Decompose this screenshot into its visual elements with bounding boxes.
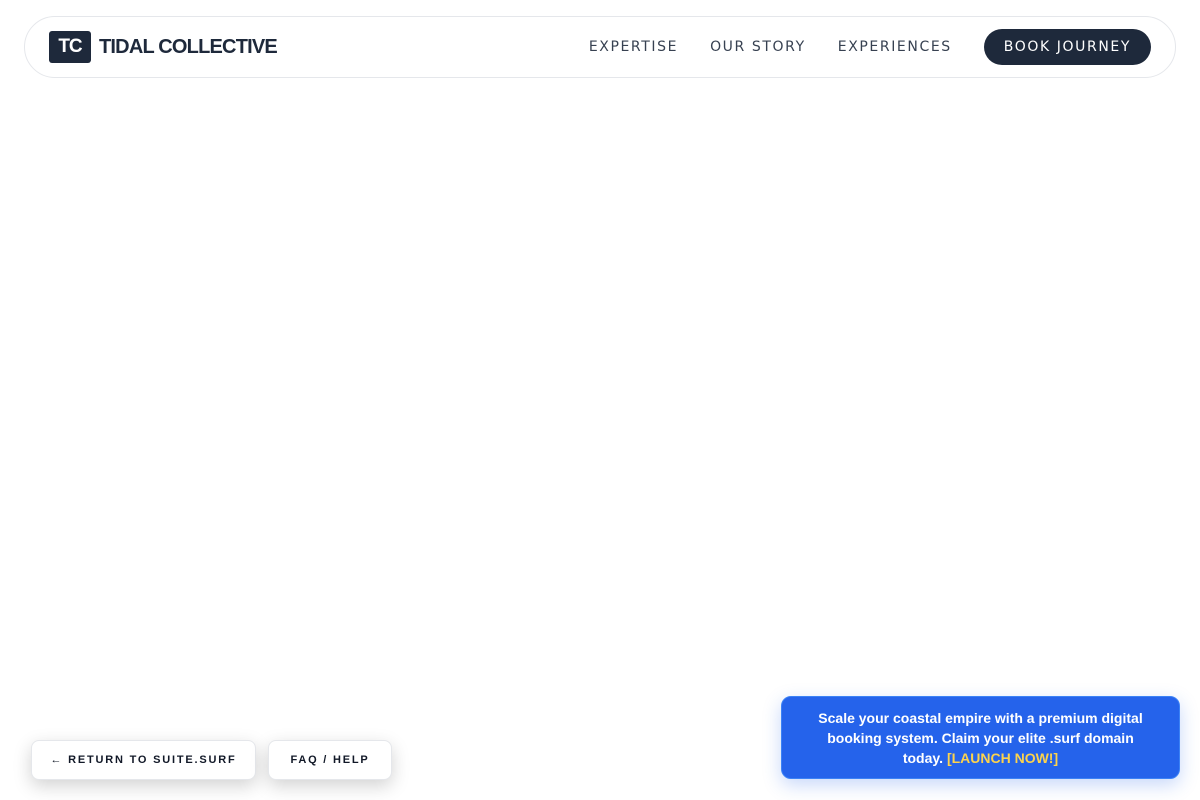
launch-now-link[interactable]: [LAUNCH NOW!] xyxy=(947,750,1058,766)
main-nav: EXPERTISE OUR STORY EXPERIENCES BOOK JOU… xyxy=(589,29,1151,65)
book-journey-button[interactable]: BOOK JOURNEY xyxy=(983,29,1151,65)
header-nav-bar: TC TIDAL COLLECTIVE EXPERTISE OUR STORY … xyxy=(24,16,1176,78)
nav-link-expertise[interactable]: EXPERTISE xyxy=(589,39,678,55)
nav-link-experiences[interactable]: EXPERIENCES xyxy=(838,39,952,55)
return-to-suite-button[interactable]: ← RETURN TO SUITE.SURF xyxy=(31,740,256,780)
faq-help-button[interactable]: FAQ / HELP xyxy=(268,740,392,780)
brand-logo-link[interactable]: TC TIDAL COLLECTIVE xyxy=(49,31,278,63)
promo-message: Scale your coastal empire with a premium… xyxy=(810,708,1151,768)
brand-name: TIDAL COLLECTIVE xyxy=(99,35,278,58)
logo-mark: TC xyxy=(49,31,91,63)
nav-link-our-story[interactable]: OUR STORY xyxy=(710,39,806,55)
promo-banner[interactable]: Scale your coastal empire with a premium… xyxy=(781,696,1180,779)
page: TC TIDAL COLLECTIVE EXPERTISE OUR STORY … xyxy=(0,0,1200,800)
